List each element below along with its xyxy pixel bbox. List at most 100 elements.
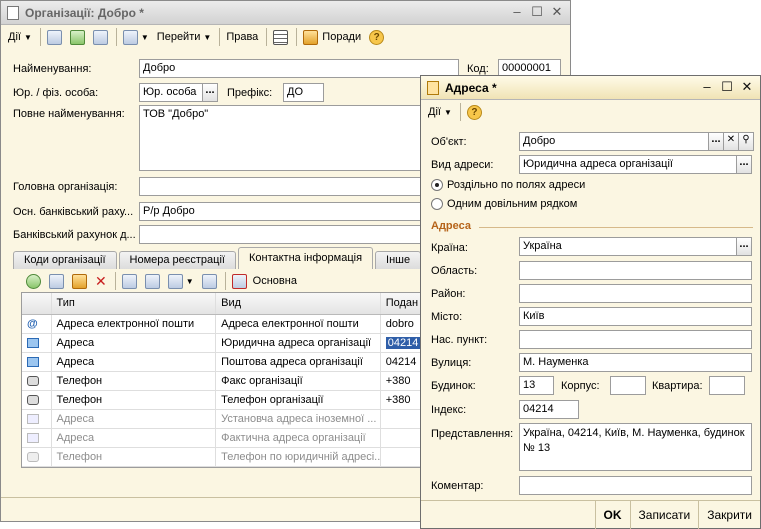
clear-filter-button[interactable] xyxy=(199,271,220,291)
column-value[interactable]: Подан xyxy=(381,293,420,314)
cell-type: Адреса електронної пошти xyxy=(52,315,217,333)
filter-value-button[interactable] xyxy=(142,271,163,291)
dialog-help-button[interactable]: ? xyxy=(464,102,485,122)
presentation-field[interactable]: Україна, 04214, Київ, М. Науменка, будин… xyxy=(519,423,752,471)
cell-value: +380 xyxy=(381,372,420,390)
object-clear-button[interactable]: ✕ xyxy=(723,132,739,151)
close-icon[interactable]: ✕ xyxy=(548,3,566,21)
object-select-button[interactable]: ... xyxy=(708,132,724,151)
column-type[interactable]: Тип xyxy=(52,293,217,314)
cell-value-text: +380 xyxy=(385,394,411,406)
table-row[interactable]: Телефон Телефон по юридичній адресі... xyxy=(22,448,420,467)
cell-kind: Адреса електронної пошти xyxy=(216,315,381,333)
minimize-icon[interactable]: – xyxy=(508,3,526,21)
radio-single-line[interactable]: Одним довільним рядком xyxy=(431,198,577,210)
region-field[interactable] xyxy=(519,261,752,280)
reread-button[interactable] xyxy=(67,27,88,47)
window-title: Організації: Добро * xyxy=(25,6,144,20)
table-row[interactable]: Адреса Юридична адреса організації 04214 xyxy=(22,334,420,353)
table-row[interactable]: Телефон Факс організації +380 xyxy=(22,372,420,391)
filter-list-icon xyxy=(167,273,183,289)
cell-type: Телефон xyxy=(52,372,217,390)
dialog-actions-menu[interactable]: Дії ▼ xyxy=(425,102,455,122)
cell-value: dobro xyxy=(381,315,420,333)
table-row[interactable]: Адреса Установча адреса іноземної ... xyxy=(22,410,420,429)
comment-field[interactable] xyxy=(519,476,752,495)
locality-field[interactable] xyxy=(519,330,752,349)
country-select-button[interactable]: ... xyxy=(736,237,752,256)
document-icon xyxy=(7,6,19,20)
cell-kind: Юридична адреса організації xyxy=(216,334,381,352)
save-button[interactable] xyxy=(44,27,65,47)
tips-button[interactable]: Поради xyxy=(300,27,364,47)
filter-button[interactable] xyxy=(119,271,140,291)
bank-account-field[interactable]: Р/р Добро xyxy=(139,202,429,221)
block-field[interactable] xyxy=(610,376,646,395)
filter-icon xyxy=(121,273,137,289)
table-row[interactable]: Телефон Телефон організації +380 xyxy=(22,391,420,410)
copy-row-button[interactable] xyxy=(46,271,67,291)
table-row[interactable]: Адреса Поштова адреса організації 04214 xyxy=(22,353,420,372)
structure-dropdown[interactable]: ▼ xyxy=(120,27,152,47)
index-label: Індекс: xyxy=(431,404,467,416)
house-field[interactable]: 13 xyxy=(519,376,554,395)
row-icon-cell xyxy=(22,353,52,371)
save-button[interactable]: Записати xyxy=(629,500,699,529)
goto-menu[interactable]: Перейти ▼ xyxy=(154,27,215,47)
rights-button[interactable]: Права xyxy=(223,27,261,47)
ok-button[interactable]: OK xyxy=(594,500,630,529)
help-button[interactable]: ? xyxy=(366,27,387,47)
main-toolbar: Дії ▼ ▼ Перейти ▼ Права Поради ? xyxy=(1,25,570,49)
delete-button[interactable]: ✕ xyxy=(92,271,110,291)
apartment-field[interactable] xyxy=(709,376,745,395)
close-button[interactable]: Закрити xyxy=(698,500,760,529)
actions-menu[interactable]: Дії ▼ xyxy=(5,27,35,47)
column-kind[interactable]: Вид xyxy=(216,293,381,314)
object-open-button[interactable]: ⚲ xyxy=(738,132,754,151)
edit-button[interactable] xyxy=(69,271,90,291)
structure-list-button[interactable] xyxy=(270,27,291,47)
district-field[interactable] xyxy=(519,284,752,303)
tab-org-codes[interactable]: Коди організації xyxy=(13,251,117,269)
filter-value-icon xyxy=(144,273,160,289)
radio-separate-fields[interactable]: Роздільно по полях адреси xyxy=(431,179,585,191)
add-icon xyxy=(26,273,41,289)
row-icon-cell xyxy=(22,448,52,466)
filter-dropdown[interactable]: ▼ xyxy=(165,271,197,291)
city-field[interactable]: Київ xyxy=(519,307,752,326)
main-mark-icon xyxy=(231,273,247,289)
entity-type-select-button[interactable]: ... xyxy=(202,83,218,102)
copy-button[interactable] xyxy=(90,27,111,47)
house-label: Будинок: xyxy=(431,380,476,392)
index-field[interactable]: 04214 xyxy=(519,400,579,419)
cell-type: Адреса xyxy=(52,410,217,428)
table-row[interactable]: Адреса Фактична адреса організації xyxy=(22,429,420,448)
maximize-icon[interactable]: ☐ xyxy=(718,78,736,96)
save-icon xyxy=(46,29,62,45)
address-titlebar[interactable]: Адреса * – ☐ ✕ xyxy=(421,76,760,100)
entity-type-field[interactable]: Юр. особа xyxy=(139,83,203,102)
close-icon[interactable]: ✕ xyxy=(738,78,756,96)
table-row[interactable]: @ Адреса електронної пошти Адреса електрон… xyxy=(22,315,420,334)
object-field[interactable]: Добро xyxy=(519,132,709,151)
tab-registration-numbers[interactable]: Номера реєстрації xyxy=(118,251,236,269)
tab-contact-info[interactable]: Контактна інформація xyxy=(237,247,374,269)
minimize-icon[interactable]: – xyxy=(698,78,716,96)
name-field[interactable]: Добро xyxy=(139,59,459,78)
address-kind-select-button[interactable]: ... xyxy=(736,155,752,174)
full-name-field[interactable]: ТОВ "Добро" xyxy=(139,105,429,171)
set-main-button[interactable]: Основна xyxy=(229,271,300,291)
delete-icon: ✕ xyxy=(95,272,107,289)
row-icon-cell xyxy=(22,429,52,447)
radio-unselected-icon xyxy=(431,198,443,210)
bank-account-2-field[interactable] xyxy=(139,225,429,244)
street-field[interactable]: М. Науменка xyxy=(519,353,752,372)
organization-titlebar[interactable]: Організації: Добро * – ☐ ✕ xyxy=(1,1,570,25)
country-field[interactable]: Україна xyxy=(519,237,737,256)
add-button[interactable] xyxy=(23,271,44,291)
address-kind-field[interactable]: Юридична адреса організації xyxy=(519,155,737,174)
prefix-field[interactable]: ДО xyxy=(283,83,324,102)
head-organization-field[interactable] xyxy=(139,177,429,196)
maximize-icon[interactable]: ☐ xyxy=(528,3,546,21)
tab-other[interactable]: Інше xyxy=(375,251,422,269)
